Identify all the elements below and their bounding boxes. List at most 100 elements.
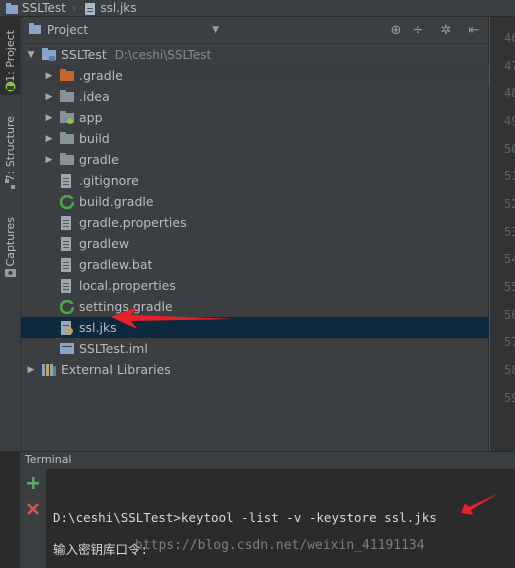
tree-item-label: gradle (79, 152, 119, 167)
tool-window-strip: 1: Project 7: Structure Captures (0, 17, 21, 451)
tree-item-local-properties[interactable]: local.properties (21, 275, 515, 296)
tree-item-root[interactable]: ▼ SSLTest D:\ceshi\SSLTest (21, 44, 493, 65)
android-icon (0, 79, 20, 93)
collapsed-arrow-icon[interactable]: ▶ (26, 365, 36, 375)
annotation-arrow (461, 493, 499, 515)
tree-item-gradlew-bat[interactable]: gradlew.bat (21, 254, 515, 275)
breadcrumb-item-project[interactable]: SSLTest (0, 1, 66, 16)
line-number: 48 (504, 86, 515, 100)
folder-icon (60, 152, 74, 167)
project-panel-header: Project ▼ ⊕ ÷ ✲ ⇤ (21, 17, 488, 44)
collapsed-arrow-icon[interactable]: ▶ (44, 71, 54, 81)
close-session-icon[interactable] (26, 501, 40, 515)
gear-icon[interactable]: ✲ (438, 22, 454, 38)
watermark: https://blog.csdn.net/weixin_41191134 (135, 538, 425, 553)
tree-item-label: .idea (79, 89, 110, 104)
libraries-icon (42, 363, 56, 377)
terminal-body[interactable]: D:\ceshi\SSLTest>keytool -list -v -keyst… (46, 469, 515, 568)
line-number: 55 (504, 280, 515, 294)
tree-item-build-gradle[interactable]: build.gradle (21, 191, 515, 212)
annotation-arrow (111, 307, 236, 329)
camera-icon (0, 265, 20, 279)
tree-item-app[interactable]: ▶ app (21, 107, 511, 128)
tree-item-label: gradlew.bat (79, 257, 153, 272)
tree-item-settings-gradle[interactable]: settings.gradle (21, 296, 515, 317)
terminal-header: Terminal (20, 451, 515, 469)
terminal-prompt-line: 输入密钥库口令: (53, 542, 149, 557)
tree-item-build[interactable]: ▶ build (21, 128, 511, 149)
tree-item-gradlew[interactable]: gradlew (21, 233, 515, 254)
tree-item-label: build.gradle (79, 194, 154, 209)
breadcrumb-separator: › (71, 1, 77, 15)
collapse-all-icon[interactable]: ÷ (410, 22, 426, 38)
locate-target-icon[interactable]: ⊕ (388, 22, 404, 38)
tree-item-label: gradle.properties (79, 215, 187, 230)
line-number: 52 (504, 197, 515, 211)
tree-item-label: .gitignore (79, 173, 139, 188)
tree-item-gitignore[interactable]: .gitignore (21, 170, 515, 191)
collapsed-arrow-icon[interactable]: ▶ (44, 134, 54, 144)
folder-icon (60, 89, 74, 104)
line-number: 54 (504, 252, 515, 266)
text-file-icon (60, 257, 74, 272)
iml-file-icon (60, 342, 74, 356)
tree-item-gradle-dir[interactable]: ▶ .gradle (21, 65, 511, 86)
line-number: 53 (504, 225, 515, 239)
tree-item-ssltest-iml[interactable]: SSLTest.iml (21, 338, 515, 359)
line-number: 46 (504, 31, 515, 45)
module-folder-icon (60, 110, 74, 125)
tree-item-label: build (79, 131, 110, 146)
tab-captures-label: Captures (3, 217, 17, 267)
gradle-file-icon (59, 194, 75, 209)
folder-icon (6, 2, 18, 14)
view-selector[interactable]: Project ▼ (29, 23, 219, 37)
collapsed-arrow-icon[interactable]: ▶ (44, 92, 54, 102)
tree-item-label: local.properties (79, 278, 176, 293)
root-path: D:\ceshi\SSLTest (114, 47, 212, 62)
tree-item-label: gradlew (79, 236, 130, 251)
gradle-file-icon (59, 299, 75, 314)
tree-item-external-libraries[interactable]: ▶ External Libraries (21, 359, 493, 380)
breadcrumb-item-file[interactable]: ssl.jks (78, 1, 137, 16)
folder-orange-icon (60, 68, 74, 83)
line-number: 59 (504, 391, 515, 405)
tree-item-label: SSLTest.iml (79, 341, 148, 356)
folder-icon (60, 131, 74, 146)
tab-structure-label: 7: Structure (3, 116, 17, 182)
tree-item-gradle[interactable]: ▶ gradle (21, 149, 511, 170)
line-number: 50 (504, 142, 515, 156)
view-selector-label: Project (47, 23, 89, 37)
text-file-icon (60, 173, 74, 188)
project-panel: Project ▼ ⊕ ÷ ✲ ⇤ ▼ SSLTest D:\ceshi\SSL… (21, 17, 515, 451)
terminal-sidebar (20, 469, 46, 568)
root-name: SSLTest (61, 47, 107, 62)
line-number: 47 (504, 59, 515, 73)
tree-item-ssl-jks[interactable]: ssl.jks (21, 317, 515, 338)
tree-item-label: .gradle (79, 68, 123, 83)
tree-item-idea[interactable]: ▶ .idea (21, 86, 511, 107)
collapsed-arrow-icon[interactable]: ▶ (44, 155, 54, 165)
expanded-arrow-icon[interactable]: ▼ (26, 50, 36, 60)
hide-panel-icon[interactable]: ⇤ (466, 22, 482, 38)
line-number: 56 (504, 308, 515, 322)
editor-gutter: 46 47 48 49 50 51 52 53 54 55 56 57 58 5… (489, 17, 515, 451)
file-icon (84, 2, 96, 15)
line-number: 49 (504, 114, 515, 128)
properties-file-icon (60, 215, 74, 230)
tab-project-label: 1: Project (3, 30, 17, 82)
tree-item-label: External Libraries (61, 362, 171, 377)
terminal-title: Terminal (25, 453, 72, 466)
view-selector-icon (29, 23, 41, 37)
line-number: 57 (504, 335, 515, 349)
collapsed-arrow-icon[interactable]: ▶ (44, 113, 54, 123)
line-number: 58 (504, 363, 515, 377)
terminal-command-line: D:\ceshi\SSLTest>keytool -list -v -keyst… (53, 510, 437, 525)
properties-file-icon (60, 278, 74, 293)
tree-item-gradle-properties[interactable]: gradle.properties (21, 212, 515, 233)
dropdown-arrow-icon: ▼ (212, 25, 219, 35)
module-folder-icon (42, 47, 56, 62)
new-session-icon[interactable] (26, 475, 40, 489)
keystore-file-icon (60, 320, 74, 335)
breadcrumb: SSLTest › ssl.jks (0, 0, 515, 17)
text-file-icon (60, 236, 74, 251)
